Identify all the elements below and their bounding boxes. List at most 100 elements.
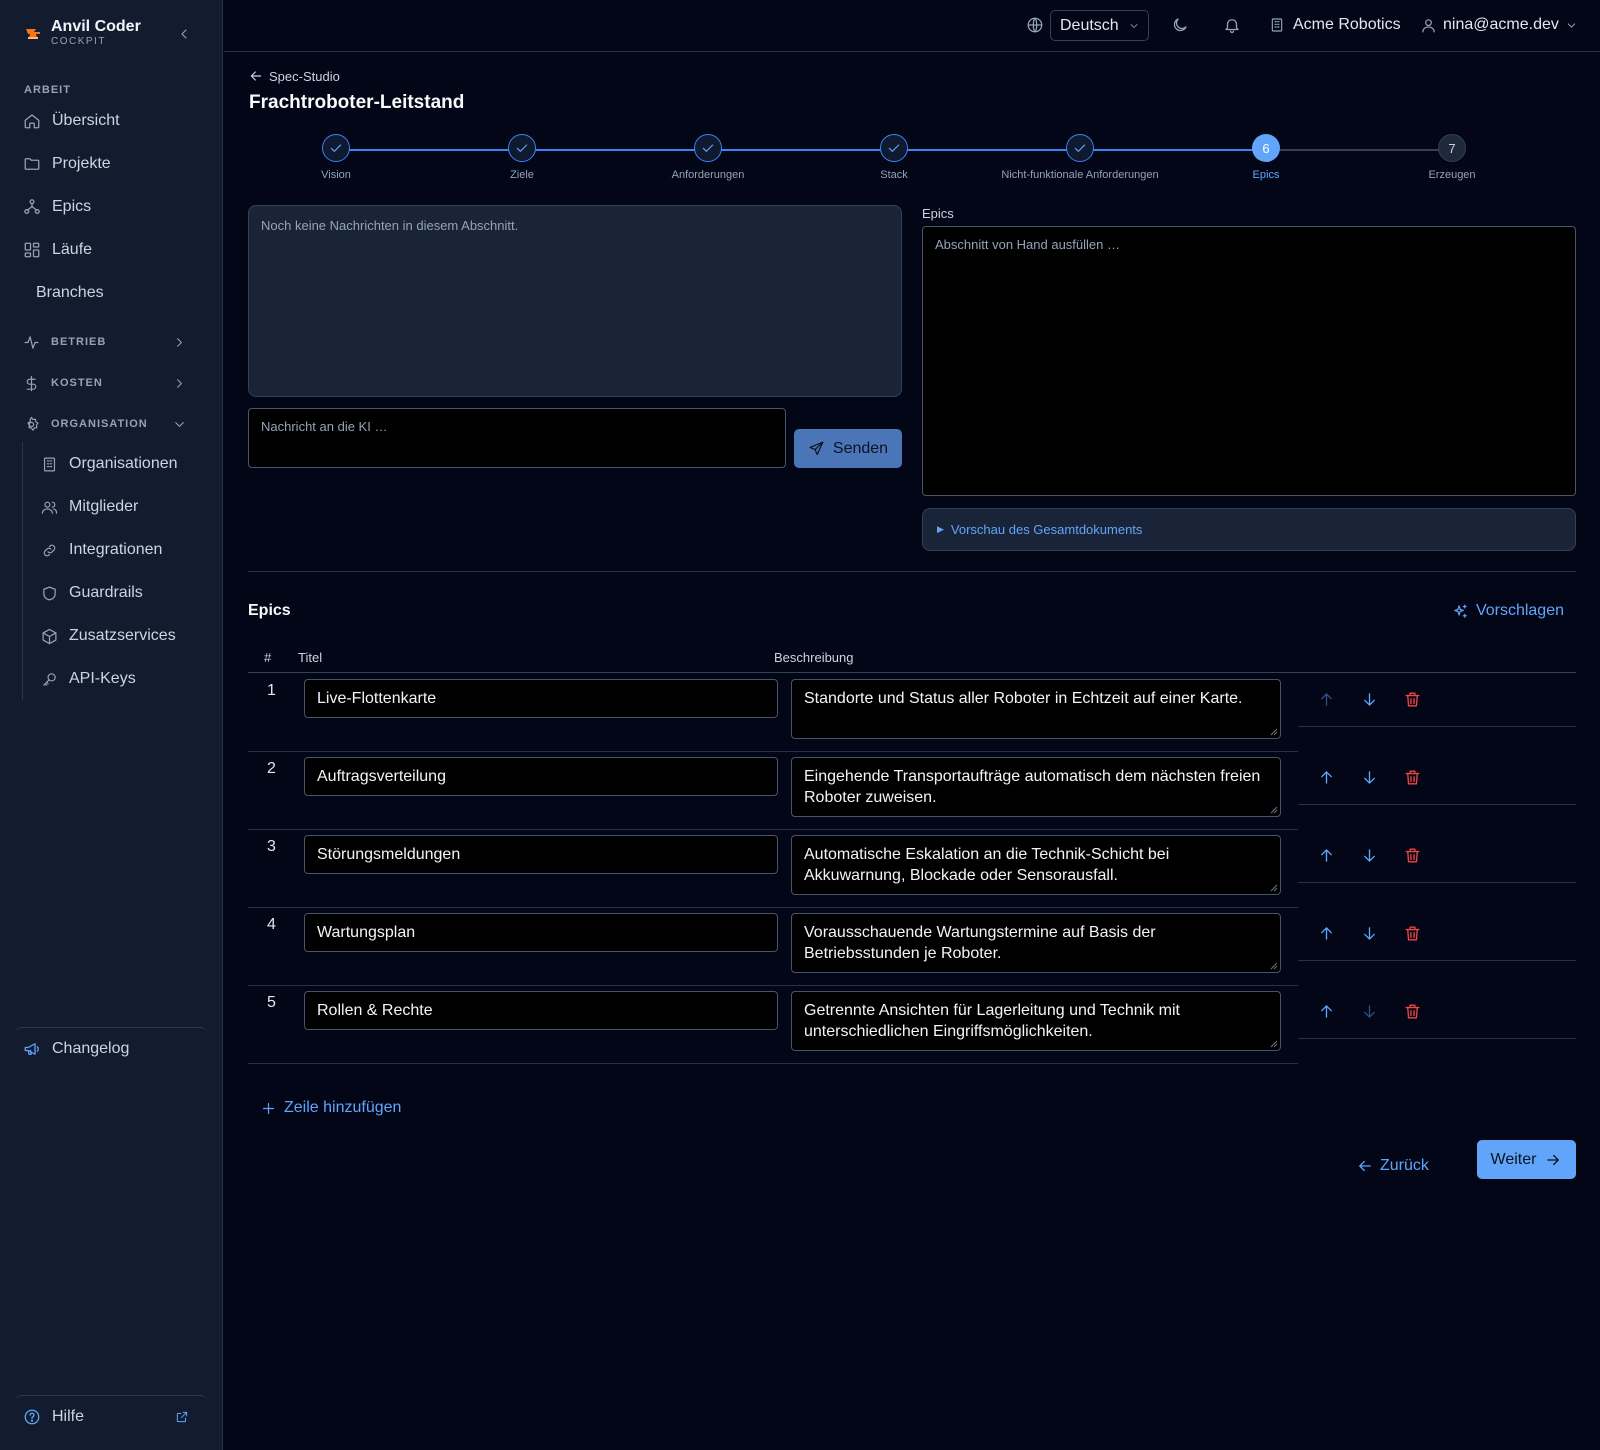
- epic-description-textarea[interactable]: Eingehende Transportaufträge automatisch…: [791, 757, 1281, 817]
- sidebar-item-uebersicht[interactable]: Übersicht: [14, 102, 208, 140]
- sidebar-item-organisationen[interactable]: Organisationen: [32, 445, 208, 483]
- delete-row-button[interactable]: [1403, 846, 1423, 866]
- move-down-button[interactable]: [1360, 924, 1380, 944]
- send-button[interactable]: Senden: [794, 429, 902, 468]
- step-4[interactable]: Stack: [814, 134, 974, 181]
- step-2[interactable]: Ziele: [442, 134, 602, 181]
- step-indicator: 7: [1438, 134, 1466, 162]
- epic-title-input[interactable]: Rollen & Rechte: [304, 991, 778, 1030]
- arrow-down-icon: [1364, 693, 1375, 706]
- notifications-button[interactable]: [1223, 16, 1241, 34]
- arrow-down-icon: [1364, 1005, 1375, 1018]
- move-up-button[interactable]: [1317, 846, 1337, 866]
- megaphone-icon: [24, 1042, 39, 1055]
- table-row: 5 Rollen & Rechte Getrennte Ansichten für …: [248, 985, 1576, 1064]
- changelog-button[interactable]: Changelog: [14, 1027, 208, 1069]
- brand[interactable]: Anvil Coder COCKPIT: [24, 18, 141, 48]
- sidebar-item-label: Zusatzservices: [69, 627, 176, 644]
- move-down-button[interactable]: [1360, 1002, 1380, 1022]
- step-6[interactable]: 6 Epics: [1186, 134, 1346, 181]
- sidebar-item-api-keys[interactable]: API-Keys: [32, 660, 208, 698]
- sidebar-item-integrationen[interactable]: Integrationen: [32, 531, 208, 569]
- move-up-button[interactable]: [1317, 768, 1337, 788]
- sidebar-group-organisation[interactable]: ORGANISATION: [14, 407, 208, 441]
- move-down-button[interactable]: [1360, 846, 1380, 866]
- move-down-button[interactable]: [1360, 768, 1380, 788]
- step-7[interactable]: 7 Erzeugen: [1372, 134, 1532, 181]
- arrow-up-icon: [1321, 693, 1332, 706]
- step-label: Vision: [321, 169, 351, 181]
- arrow-down-icon: [1364, 771, 1375, 784]
- step-3[interactable]: Anforderungen: [628, 134, 788, 181]
- move-down-button[interactable]: [1360, 690, 1380, 710]
- resize-grip-icon[interactable]: [1270, 1040, 1278, 1048]
- collapse-sidebar-button[interactable]: [176, 26, 192, 42]
- sidebar-item-laeufe[interactable]: Läufe: [14, 231, 208, 269]
- add-row-button[interactable]: Zeile hinzufügen: [260, 1099, 401, 1117]
- epic-description-textarea[interactable]: Getrennte Ansichten für Lagerleitung und…: [791, 991, 1281, 1051]
- epics-icon: [24, 199, 40, 215]
- sidebar-item-label: Projekte: [52, 155, 111, 172]
- breadcrumb-back-link[interactable]: Spec-Studio: [248, 68, 340, 84]
- brand-name: Anvil Coder: [51, 18, 141, 35]
- delete-row-button[interactable]: [1403, 1002, 1423, 1022]
- back-button[interactable]: Zurück: [1356, 1157, 1429, 1175]
- epic-description-textarea[interactable]: Automatische Eskalation an die Technik-S…: [791, 835, 1281, 895]
- sidebar-item-branches[interactable]: Branches: [14, 274, 208, 312]
- move-up-button[interactable]: [1317, 690, 1337, 710]
- table-row: 4 Wartungsplan Vorausschauende Wartungster…: [248, 907, 1576, 986]
- sidebar-item-label: Guardrails: [69, 584, 143, 601]
- suggest-button[interactable]: Vorschlagen: [1452, 602, 1564, 620]
- epic-description-textarea[interactable]: Standorte und Status aller Roboter in Ec…: [791, 679, 1281, 739]
- theme-toggle-button[interactable]: [1171, 16, 1189, 34]
- row-number: 1: [267, 682, 276, 699]
- breadcrumb-label: Spec-Studio: [269, 68, 340, 84]
- chevron-right-icon: [177, 378, 182, 388]
- sidebar-item-projekte[interactable]: Projekte: [14, 145, 208, 183]
- sidebar-item-zusatzservices[interactable]: Zusatzservices: [32, 617, 208, 655]
- step-indicator: [1066, 134, 1094, 162]
- epic-description-textarea[interactable]: Vorausschauende Wartungstermine auf Basi…: [791, 913, 1281, 973]
- arrow-up-icon: [1321, 927, 1332, 940]
- delete-row-button[interactable]: [1403, 768, 1423, 788]
- user-menu[interactable]: nina@acme.dev: [1420, 16, 1578, 34]
- document-preview-toggle[interactable]: ▶ Vorschau des Gesamtdokuments: [922, 508, 1576, 551]
- trash-icon: [1405, 926, 1420, 941]
- sidebar-group-betrieb[interactable]: BETRIEB: [14, 325, 208, 359]
- chat-history: Noch keine Nachrichten in diesem Abschni…: [248, 205, 902, 397]
- delete-row-button[interactable]: [1403, 924, 1423, 944]
- next-button[interactable]: Weiter: [1477, 1140, 1576, 1179]
- resize-grip-icon[interactable]: [1270, 728, 1278, 736]
- sidebar-item-epics[interactable]: Epics: [14, 188, 208, 226]
- help-button[interactable]: Hilfe: [14, 1395, 208, 1437]
- organization-switcher[interactable]: Acme Robotics: [1269, 16, 1401, 34]
- step-5[interactable]: Nicht-funktionale Anforderungen: [1000, 134, 1160, 181]
- language-select[interactable]: Deutsch: [1050, 10, 1149, 41]
- move-up-button[interactable]: [1317, 1002, 1337, 1022]
- section-editor-textarea[interactable]: Abschnitt von Hand ausfüllen …: [922, 226, 1576, 496]
- move-up-button[interactable]: [1317, 924, 1337, 944]
- column-header-title: Titel: [298, 650, 323, 665]
- language-value: Deutsch: [1060, 16, 1119, 34]
- sidebar-group-kosten[interactable]: KOSTEN: [14, 366, 208, 400]
- sidebar-item-mitglieder[interactable]: Mitglieder: [32, 488, 208, 526]
- sidebar-group-label: KOSTEN: [51, 377, 103, 389]
- epic-title-input[interactable]: Wartungsplan: [304, 913, 778, 952]
- row-number: 4: [267, 916, 276, 933]
- epic-description-value: Automatische Eskalation an die Technik-S…: [804, 846, 1170, 884]
- sidebar-item-label: API-Keys: [69, 670, 136, 687]
- add-row-label: Zeile hinzufügen: [284, 1099, 402, 1116]
- epic-title-input[interactable]: Auftragsverteilung: [304, 757, 778, 796]
- delete-row-button[interactable]: [1403, 690, 1423, 710]
- resize-grip-icon[interactable]: [1270, 806, 1278, 814]
- row-divider: [1298, 882, 1576, 883]
- sidebar-item-guardrails[interactable]: Guardrails: [32, 574, 208, 612]
- arrow-up-icon: [1321, 849, 1332, 862]
- step-1[interactable]: Vision: [256, 134, 416, 181]
- epic-title-input[interactable]: Störungsmeldungen: [304, 835, 778, 874]
- chat-message-input[interactable]: Nachricht an die KI …: [248, 408, 786, 468]
- epic-description-value: Eingehende Transportaufträge automatisch…: [804, 768, 1261, 806]
- resize-grip-icon[interactable]: [1270, 962, 1278, 970]
- epic-title-input[interactable]: Live-Flottenkarte: [304, 679, 778, 718]
- resize-grip-icon[interactable]: [1270, 884, 1278, 892]
